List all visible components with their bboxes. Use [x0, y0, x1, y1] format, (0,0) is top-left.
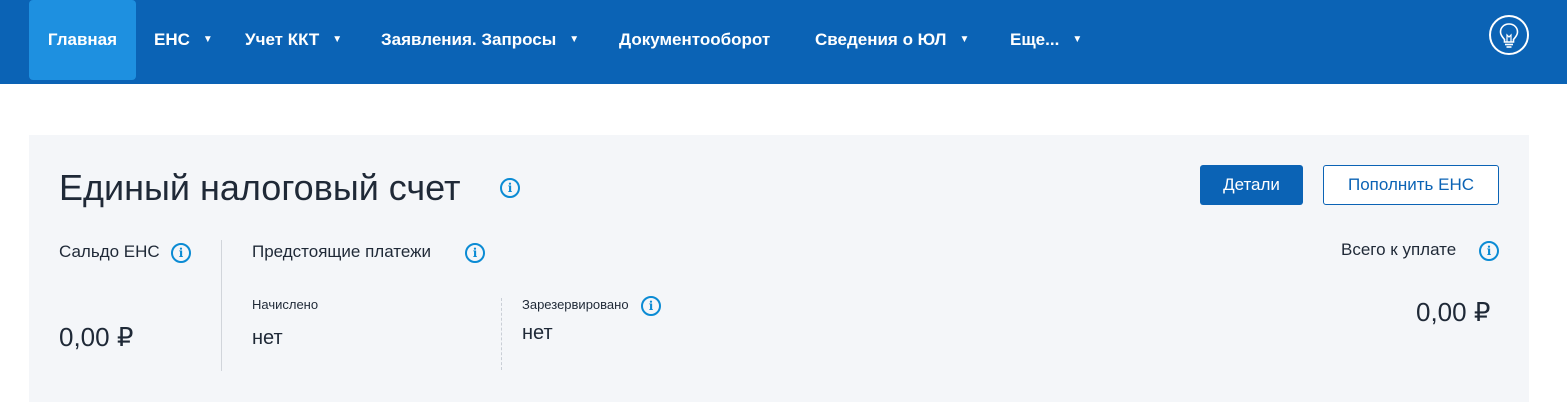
nav-item-label: Учет ККТ [245, 30, 320, 49]
info-icon[interactable]: i [465, 243, 485, 263]
nav-item-label: Сведения о ЮЛ [815, 30, 947, 49]
reserved-label: Зарезервировано [522, 297, 629, 312]
reserved-value: нет [522, 322, 553, 344]
nav-item-docs[interactable]: Документооборот [619, 0, 770, 80]
info-icon[interactable]: i [171, 243, 191, 263]
dashed-divider [501, 298, 502, 370]
nav-item-label: Главная [47, 30, 118, 49]
nav-item-kkt[interactable]: Учет ККТ ▼ [245, 0, 342, 80]
nav-item-home[interactable]: Главная [29, 0, 136, 80]
nav-item-label: Документооборот [619, 30, 771, 49]
info-icon[interactable]: i [500, 178, 520, 198]
caret-down-icon: ▼ [332, 33, 343, 45]
nav-item-label: Еще... [1010, 30, 1060, 49]
topup-ens-button[interactable]: Пополнить ЕНС [1323, 165, 1499, 205]
nav-item-ens[interactable]: ЕНС ▼ [154, 0, 213, 80]
caret-down-icon: ▼ [569, 33, 580, 45]
divider [221, 240, 222, 371]
top-navbar: Главная ЕНС ▼ Учет ККТ ▼ Заявления. Запр… [0, 0, 1567, 84]
lightbulb-icon[interactable] [1489, 15, 1529, 55]
nav-item-more[interactable]: Еще... ▼ [1010, 0, 1082, 80]
info-icon[interactable]: i [1479, 241, 1499, 261]
saldo-amount: 0,00 ₽ [59, 322, 134, 352]
accrued-value: нет [252, 327, 283, 349]
caret-down-icon: ▼ [1072, 33, 1083, 45]
nav-item-requests[interactable]: Заявления. Запросы ▼ [381, 0, 579, 80]
upcoming-payments-label: Предстоящие платежи [252, 242, 432, 261]
nav-item-company-info[interactable]: Сведения о ЮЛ ▼ [815, 0, 969, 80]
info-icon[interactable]: i [641, 296, 661, 316]
accrued-label: Начислено [252, 297, 319, 312]
caret-down-icon: ▼ [959, 33, 970, 45]
caret-down-icon: ▼ [202, 33, 213, 45]
total-due-label: Всего к уплате [1341, 240, 1457, 259]
saldo-label: Сальдо ЕНС [59, 242, 160, 261]
details-button[interactable]: Детали [1200, 165, 1303, 205]
nav-item-label: Заявления. Запросы [381, 30, 557, 49]
nav-item-label: ЕНС [154, 30, 190, 49]
page-title: Единый налоговый счет [59, 167, 461, 208]
total-due-amount: 0,00 ₽ [1416, 297, 1491, 327]
